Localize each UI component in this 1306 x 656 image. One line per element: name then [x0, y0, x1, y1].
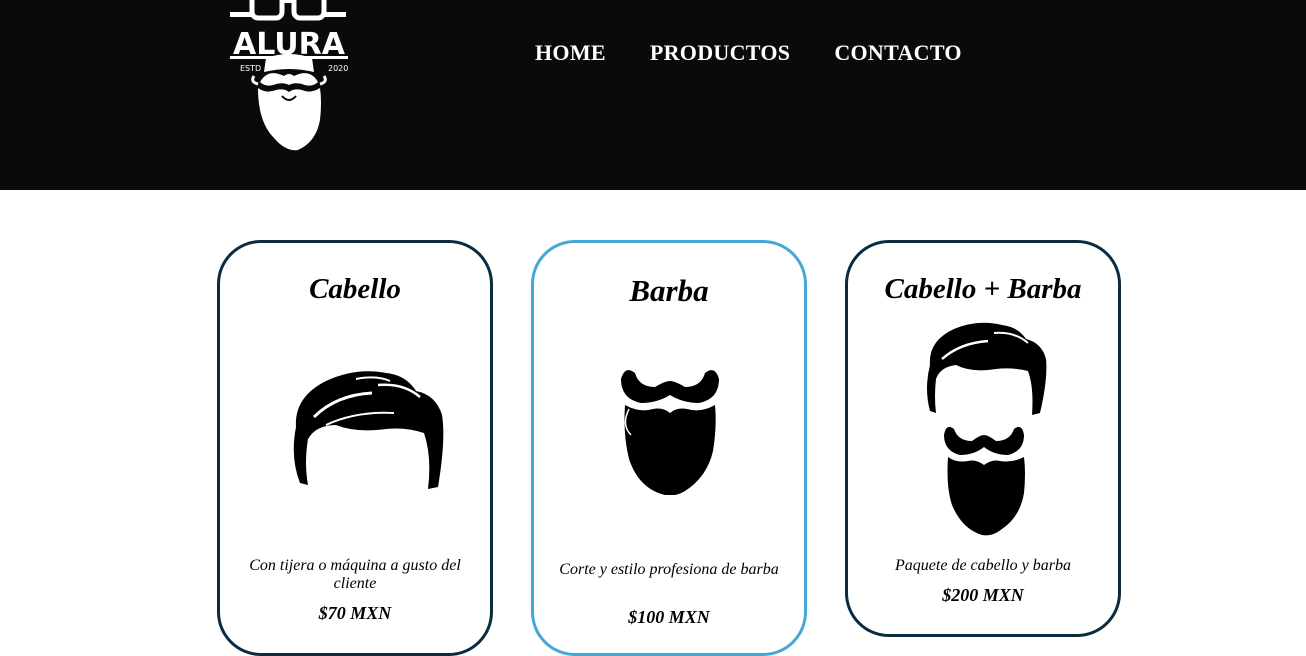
- main-nav: HOME PRODUCTOS CONTACTO: [535, 40, 962, 66]
- glasses-icon: [230, 0, 346, 21]
- product-card-cabello-barba[interactable]: Cabello + Barba Paquete de cabello y bar…: [845, 240, 1121, 637]
- nav-productos-link[interactable]: PRODUCTOS: [650, 40, 790, 66]
- product-title: Cabello: [309, 273, 401, 305]
- alura-logo[interactable]: ALURA ESTD 2020: [224, 0, 354, 154]
- nav-contacto-link[interactable]: CONTACTO: [834, 40, 962, 66]
- nav-home-link[interactable]: HOME: [535, 40, 606, 66]
- product-title: Barba: [629, 273, 709, 308]
- logo-right-text: 2020: [328, 64, 348, 73]
- product-price: $100 MXN: [628, 607, 710, 627]
- product-description: Con tijera o máquina a gusto del cliente: [249, 557, 461, 592]
- product-price: $200 MXN: [942, 585, 1024, 605]
- hair-icon: [293, 371, 444, 489]
- product-description: Paquete de cabello y barba: [895, 557, 1071, 574]
- product-description: Corte y estilo profesiona de barba: [559, 561, 779, 578]
- site-header: ALURA ESTD 2020 HOME PRODUCTOS CONTACTO: [0, 0, 1306, 190]
- product-card-barba[interactable]: Barba Corte y estilo profesiona de barba…: [531, 240, 807, 656]
- product-price: $70 MXN: [318, 603, 392, 623]
- beard-icon: [621, 370, 719, 495]
- product-title: Cabello + Barba: [884, 273, 1082, 305]
- product-card-cabello[interactable]: Cabello Con tijera o máquina a gusto del…: [217, 240, 493, 656]
- hair-and-beard-icon: [927, 322, 1047, 536]
- logo-left-text: ESTD: [240, 64, 261, 73]
- bearded-man-logo-icon: [251, 54, 327, 151]
